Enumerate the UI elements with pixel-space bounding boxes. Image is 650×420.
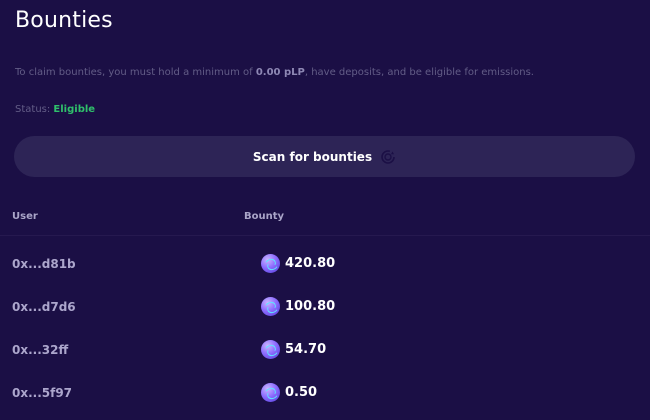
scan-button-label: Scan for bounties [252, 149, 373, 164]
status-badge: Eligible [53, 104, 96, 115]
row-user-address: 0x...32ff [12, 343, 69, 357]
row-user-address: 0x...d81b [12, 257, 76, 271]
column-header-user: User [12, 211, 38, 222]
table-header: User Bounty [0, 205, 650, 236]
status-label: Status: [15, 104, 51, 115]
claim-requirements-suffix: , have deposits, and be eligible for emi… [304, 67, 534, 78]
status-line: Status: Eligible [15, 104, 95, 115]
refresh-icon [380, 149, 396, 165]
token-icon [261, 340, 280, 359]
column-header-bounty: Bounty [244, 211, 285, 222]
claim-requirements-prefix: To claim bounties, you must hold a minim… [15, 67, 256, 78]
bounty-amount: 0.50 [285, 385, 318, 400]
row-bounty: 420.80 [261, 254, 335, 273]
bounty-amount: 420.80 [285, 256, 336, 271]
bounty-amount: 100.80 [285, 299, 336, 314]
table-row: 0x...5f97 0.50 [0, 373, 650, 417]
bounties-page: Bounties To claim bounties, you must hol… [0, 0, 650, 420]
scan-for-bounties-button[interactable]: Scan for bounties [14, 136, 635, 177]
token-icon [261, 297, 280, 316]
bounty-amount: 54.70 [285, 342, 327, 357]
row-bounty: 54.70 [261, 340, 326, 359]
row-bounty: 100.80 [261, 297, 335, 316]
row-user-address: 0x...d7d6 [12, 300, 76, 314]
table-row: 0x...32ff 54.70 [0, 330, 650, 374]
row-user-address: 0x...5f97 [12, 386, 73, 400]
minimum-amount: 0.00 pLP [255, 67, 305, 78]
table-row: 0x...d7d6 100.80 [0, 287, 650, 331]
table-row: 0x...d81b 420.80 [0, 244, 650, 288]
page-title: Bounties [15, 8, 113, 33]
token-icon [261, 254, 280, 273]
claim-requirements-text: To claim bounties, you must hold a minim… [15, 67, 534, 78]
token-icon [261, 383, 280, 402]
row-bounty: 0.50 [261, 383, 317, 402]
